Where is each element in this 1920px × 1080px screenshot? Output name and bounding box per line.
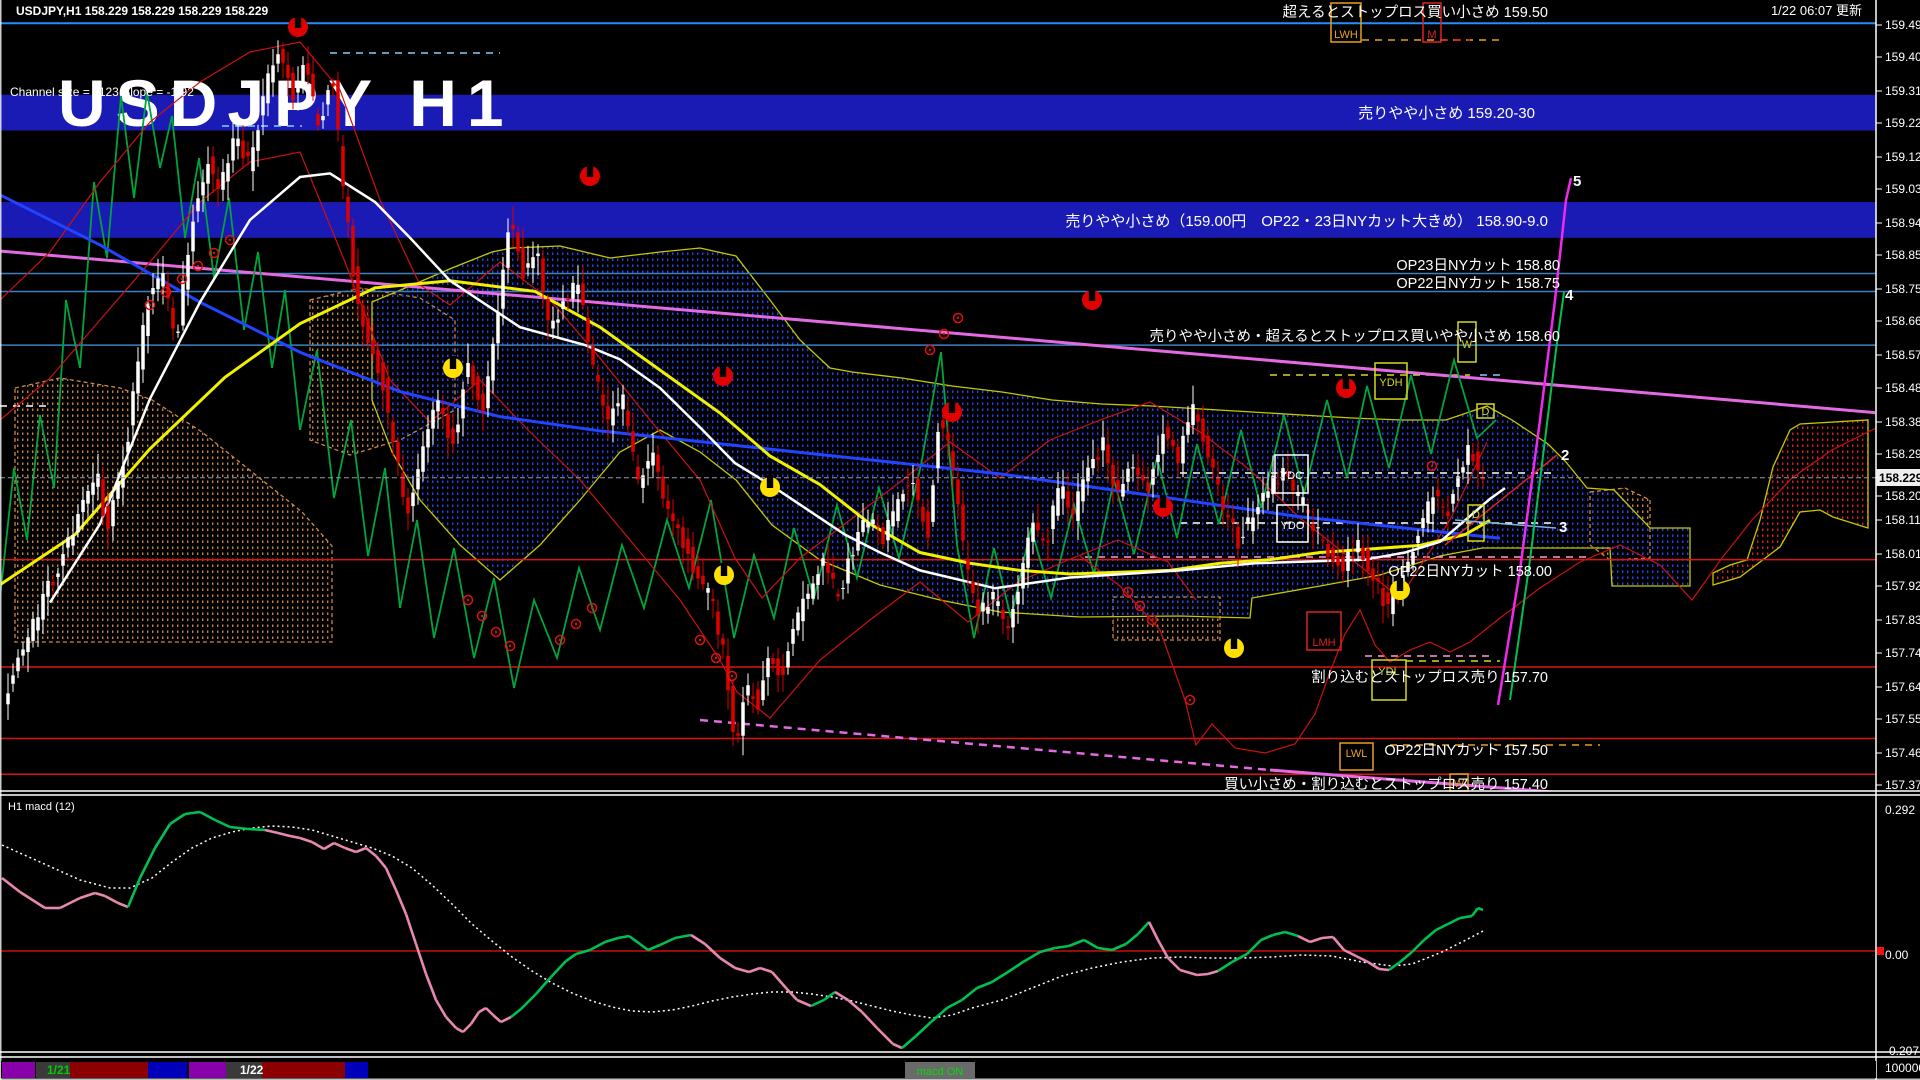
band-annotation: 売りやや小さめ 159.20-30	[1358, 105, 1535, 122]
price-axis-label: 158.200	[1885, 489, 1920, 503]
svg-text:158.229: 158.229	[1879, 471, 1920, 485]
price-axis-label: 157.925	[1885, 579, 1920, 593]
wave-number-label: 3	[1559, 519, 1567, 536]
svg-text:YDH: YDH	[1379, 377, 1402, 389]
band	[0, 202, 1876, 238]
svg-text:LMH: LMH	[1312, 637, 1335, 649]
price-axis-label: 158.755	[1885, 282, 1920, 296]
level-annotation: 割り込むとストップロス売り 157.70	[1311, 669, 1548, 686]
price-axis-label: 159.125	[1885, 150, 1920, 164]
level-annotation: OP23日NYカット 158.80	[1396, 258, 1560, 274]
price-axis-label: 158.570	[1885, 348, 1920, 362]
date-label: 1/21	[47, 1063, 71, 1077]
macd-axis-label: 0.292	[1885, 803, 1915, 817]
price-axis-label: 159.035	[1885, 182, 1920, 196]
volume-axis-label: 100000	[1885, 1061, 1920, 1075]
price-axis-label: 157.645	[1885, 680, 1920, 694]
price-axis-label: 157.740	[1885, 646, 1920, 660]
ichimoku-clouds	[14, 245, 1869, 643]
chart-canvas[interactable]: USDJPY H1 2345 LWH MWYDHDYDCYDODLMHYDLLWL…	[0, 0, 1920, 1080]
session-segment	[148, 1062, 187, 1078]
macd-indicator-label: H1 macd (12)	[8, 801, 75, 813]
price-axis-label: 157.370	[1885, 778, 1920, 792]
svg-text:D: D	[1482, 406, 1490, 418]
date-label: 1/22	[240, 1063, 264, 1077]
session-segment	[70, 1062, 148, 1078]
macd-axis-label: 0.00	[1885, 948, 1909, 962]
price-axis-label: 159.405	[1885, 50, 1920, 64]
macd-toggle-button[interactable]: macd ON	[905, 1062, 975, 1079]
svg-text:M: M	[1427, 29, 1436, 41]
wave-number-label: 2	[1561, 447, 1569, 464]
channel-info-label: Channel size = 1123 Slope = -1.92	[10, 85, 194, 99]
svg-text:D: D	[1472, 509, 1480, 521]
svg-text:LWL: LWL	[1346, 748, 1368, 760]
price-axis-label: 157.460	[1885, 746, 1920, 760]
session-segment	[189, 1062, 226, 1078]
price-axis: 159.495 159.405 159.310 159.220 159.125 159.0…	[1875, 0, 1920, 1080]
price-axis-label: 158.480	[1885, 381, 1920, 395]
yellow-reversal-icon	[1224, 636, 1244, 658]
price-axis-label: 159.310	[1885, 84, 1920, 98]
price-axis-label: 158.385	[1885, 415, 1920, 429]
red-reversal-icon	[580, 164, 600, 186]
session-segment	[345, 1062, 368, 1078]
price-axis-label: 158.850	[1885, 248, 1920, 262]
price-axis-label: 158.295	[1885, 447, 1920, 461]
level-annotation: 超えるとストップロス買い小さめ 159.50	[1283, 4, 1548, 21]
symbol-ohlc-header: USDJPY,H1 158.229 158.229 158.229 158.22…	[16, 4, 269, 18]
price-axis-label: 158.110	[1885, 513, 1920, 527]
update-timestamp: 1/22 06:07 更新	[1771, 3, 1862, 18]
price-axis-label: 159.495	[1885, 18, 1920, 32]
price-axis-label: 158.665	[1885, 314, 1920, 328]
level-annotation: OP22日NYカット 157.50	[1384, 743, 1548, 759]
price-axis-label: 158.940	[1885, 216, 1920, 230]
wave-number-label: 5	[1573, 173, 1581, 190]
level-annotation: 売りやや小さめ・超えるとストップロス買いやや小さめ 158.60	[1150, 328, 1560, 345]
yellow-reversal-icon	[714, 563, 734, 585]
red-reversal-icon	[288, 15, 308, 37]
svg-text:YDC: YDC	[1280, 470, 1303, 482]
macd-axis-label: -0.207	[1885, 1044, 1919, 1058]
trading-chart-window: USDJPY H1 2345 LWH M W YDH D YDC YDO D LMH YDL LWL…	[0, 0, 1920, 1080]
price-axis-label: 158.015	[1885, 547, 1920, 561]
red-reversal-icon	[1336, 376, 1356, 398]
price-axis-label: 157.555	[1885, 712, 1920, 726]
band-annotation: 売りやや小さめ（159.00円 OP22・23日NYカット大きめ） 158.90…	[1065, 213, 1548, 230]
macd-panel	[1, 810, 1875, 1050]
price-axis-label: 157.830	[1885, 613, 1920, 627]
session-segment	[262, 1062, 345, 1078]
level-annotation: OP22日NYカット 158.00	[1388, 564, 1552, 580]
pivot-box-lmh: LMH	[1306, 611, 1342, 651]
wave-number-label: 4	[1565, 287, 1574, 304]
svg-text:YDO: YDO	[1281, 520, 1305, 532]
level-annotation: OP22日NYカット 158.75	[1396, 276, 1560, 292]
svg-text:LWH: LWH	[1334, 29, 1358, 41]
pivot-box-lwl: LWL	[1339, 742, 1374, 771]
price-axis-label: 159.220	[1885, 116, 1920, 130]
macd-toggle-label: macd ON	[917, 1066, 964, 1078]
session-segment	[2, 1062, 35, 1078]
watermark: USDJPY H1	[58, 66, 514, 140]
